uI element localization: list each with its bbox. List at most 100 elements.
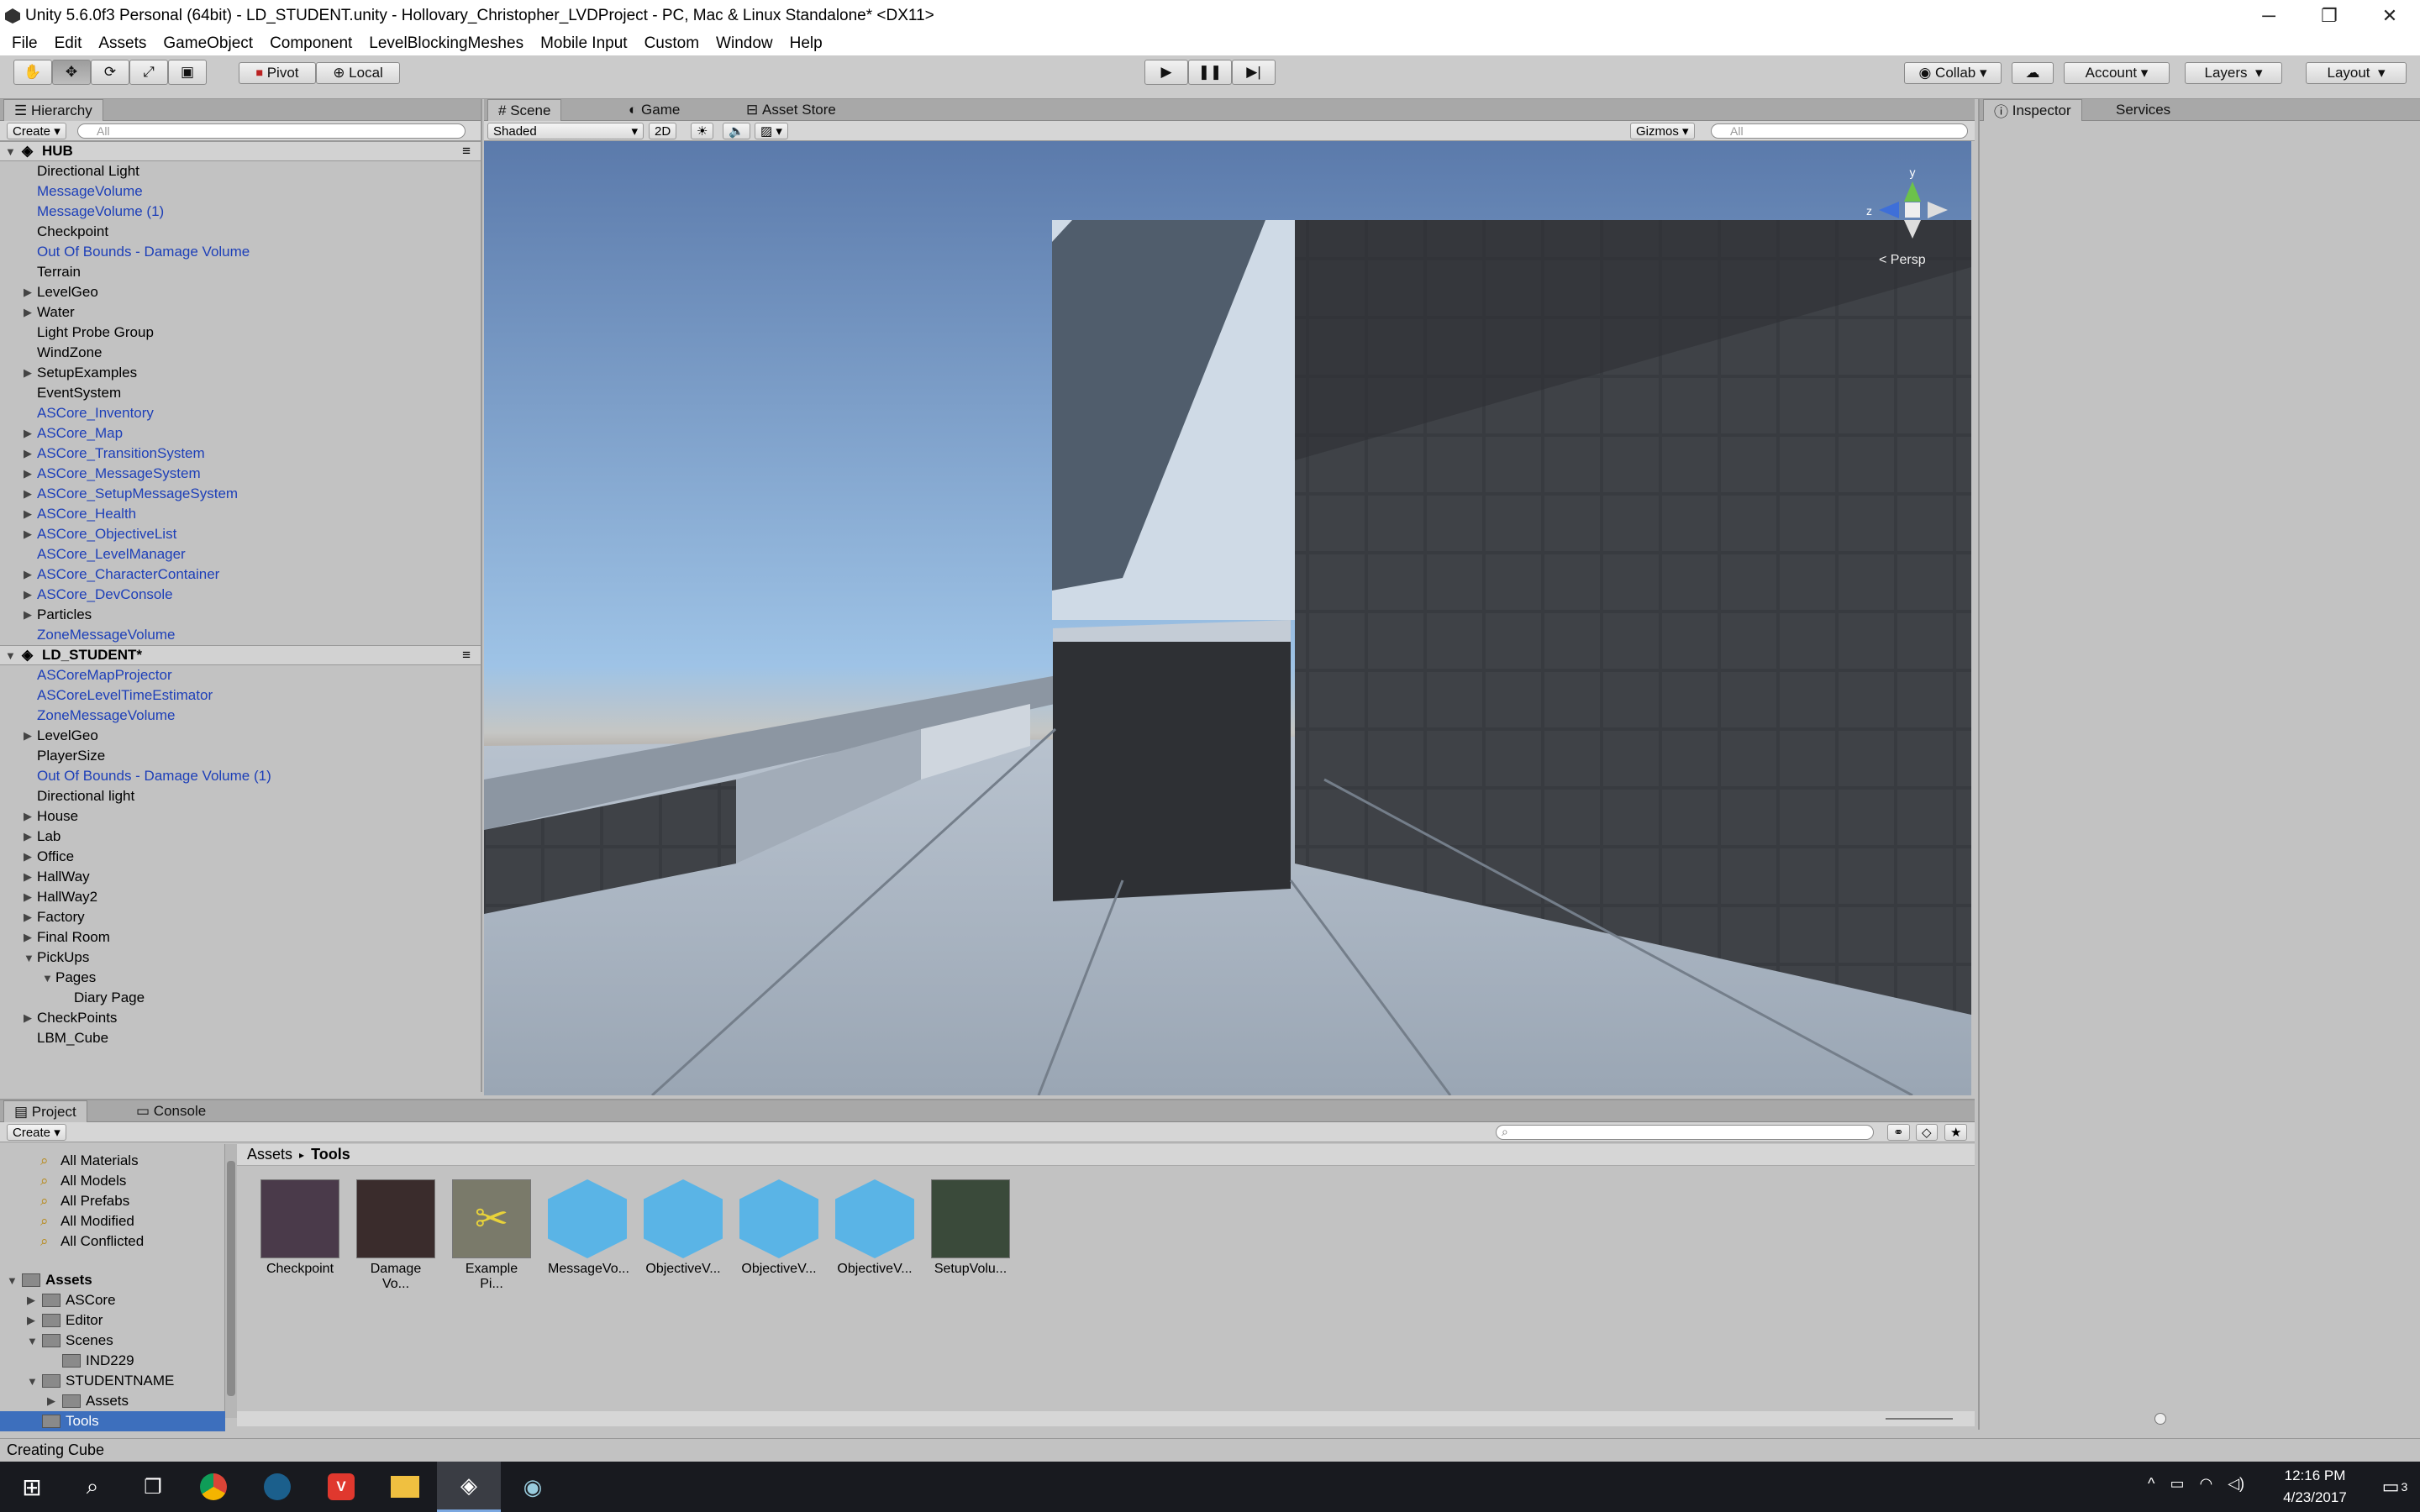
tree-scrollbar[interactable] [225, 1144, 237, 1418]
scene-search-input[interactable]: All [1711, 123, 1968, 139]
hierarchy-item[interactable]: Light Probe Group [0, 323, 481, 343]
hierarchy-item[interactable]: ▶ House [0, 806, 481, 827]
lighting-toggle[interactable]: ☀ [691, 123, 714, 139]
scene-menu-icon[interactable]: ≡ [462, 143, 471, 160]
breadcrumb-tools[interactable]: Tools [311, 1146, 350, 1163]
asset-tile[interactable]: SetupVolu... [931, 1179, 1010, 1277]
expand-right-icon[interactable]: ▶ [24, 306, 32, 319]
hierarchy-item[interactable]: ▶ Water [0, 302, 481, 323]
menu-gameobject[interactable]: GameObject [163, 34, 253, 53]
taskbar-steam[interactable] [245, 1462, 309, 1512]
maximize-button[interactable]: ❐ [2302, 0, 2357, 32]
hierarchy-item[interactable]: ASCore_LevelManager [0, 544, 481, 564]
project-folder-item[interactable]: ▶ Editor [0, 1310, 225, 1331]
asset-tile[interactable]: ObjectiveV... [835, 1179, 914, 1277]
asset-tile[interactable]: ObjectiveV... [644, 1179, 723, 1277]
pivot-toggle[interactable]: ⏹ Pivot [239, 62, 316, 84]
menu-window[interactable]: Window [716, 34, 773, 53]
expand-down-icon[interactable]: ▼ [42, 972, 53, 984]
hierarchy-item[interactable]: ASCoreLevelTimeEstimator [0, 685, 481, 706]
favorite-item[interactable]: ⌕ All Materials [0, 1151, 225, 1171]
tab-hierarchy[interactable]: ☰ Hierarchy [3, 99, 103, 121]
rotate-tool-button[interactable]: ⟳ [91, 60, 129, 85]
hierarchy-item[interactable]: ▶ ASCore_ObjectiveList [0, 524, 481, 544]
asset-tile[interactable]: ObjectiveV... [739, 1179, 818, 1277]
expand-right-icon[interactable]: ▶ [24, 890, 32, 904]
gizmos-dropdown[interactable]: Gizmos ▾ [1630, 123, 1695, 139]
hierarchy-item[interactable]: Directional Light [0, 161, 481, 181]
project-folder-item[interactable]: ▶ ASCore [0, 1290, 225, 1310]
effects-dropdown[interactable]: ▨ ▾ [755, 123, 788, 139]
pause-button[interactable]: ❚❚ [1188, 60, 1232, 85]
hierarchy-item[interactable]: ▶ ASCore_MessageSystem [0, 464, 481, 484]
filter-type-button[interactable]: ⚭ [1887, 1124, 1910, 1141]
tab-asset-store[interactable]: ⊟ Asset Store [736, 99, 846, 121]
hierarchy-item[interactable]: ▶ HallWay [0, 867, 481, 887]
asset-tile[interactable]: Damage Vo... [356, 1179, 435, 1292]
taskbar-unity[interactable]: ◈ [437, 1462, 501, 1512]
slider-thumb[interactable] [2154, 1413, 2166, 1425]
hierarchy-item[interactable]: Directional light [0, 786, 481, 806]
close-button[interactable]: ✕ [2362, 0, 2417, 32]
expand-down-icon[interactable]: ▼ [27, 1335, 38, 1347]
expand-right-icon[interactable]: ▶ [24, 366, 32, 380]
account-dropdown[interactable]: Account ▾ [2064, 62, 2170, 84]
expand-down-icon[interactable]: ▼ [5, 145, 16, 158]
tab-console[interactable]: ▭ Console [126, 1100, 216, 1122]
asset-tile[interactable]: ✂ Example Pi... [452, 1179, 531, 1292]
scale-tool-button[interactable]: ⤢ [129, 60, 168, 85]
collab-dropdown[interactable]: ◉ Collab ▾ [1904, 62, 2002, 84]
hand-tool-button[interactable]: ✋ [13, 60, 52, 85]
tab-game[interactable]: ◐ Game [618, 99, 690, 121]
menu-custom[interactable]: Custom [644, 34, 699, 53]
expand-right-icon[interactable]: ▶ [24, 588, 32, 601]
menu-mobile-input[interactable]: Mobile Input [540, 34, 628, 53]
hierarchy-item[interactable]: ASCore_Inventory [0, 403, 481, 423]
expand-right-icon[interactable]: ▶ [47, 1394, 55, 1408]
scene-header[interactable]: ▼ ◈ ≡ HUB [0, 141, 481, 161]
favorite-item[interactable]: ⌕ All Models [0, 1171, 225, 1191]
hierarchy-item[interactable]: ▶ Lab [0, 827, 481, 847]
step-button[interactable]: ▶| [1232, 60, 1276, 85]
scene-viewport[interactable]: y z < Persp [484, 141, 1971, 1095]
hierarchy-item[interactable]: MessageVolume [0, 181, 481, 202]
hierarchy-item[interactable]: ▶ Office [0, 847, 481, 867]
hierarchy-item[interactable]: EventSystem [0, 383, 481, 403]
project-folder-item[interactable]: Tools [0, 1411, 225, 1431]
expand-down-icon[interactable]: ▼ [7, 1274, 18, 1287]
lbm-cube[interactable] [1053, 642, 1291, 901]
expand-right-icon[interactable]: ▶ [24, 1011, 32, 1025]
taskbar-chrome[interactable] [182, 1462, 245, 1512]
hierarchy-item[interactable]: ▼ PickUps [0, 948, 481, 968]
play-button[interactable]: ▶ [1144, 60, 1188, 85]
shading-dropdown[interactable]: Shaded ▾ [487, 123, 644, 139]
menu-levelblockingmeshes[interactable]: LevelBlockingMeshes [369, 34, 523, 53]
search-button[interactable]: ⌕ [60, 1462, 124, 1512]
hierarchy-item[interactable]: ▶ SetupExamples [0, 363, 481, 383]
hierarchy-item[interactable]: ▶ LevelGeo [0, 282, 481, 302]
menu-edit[interactable]: Edit [55, 34, 82, 53]
expand-right-icon[interactable]: ▶ [24, 911, 32, 924]
favorite-item[interactable]: ⌕ All Modified [0, 1211, 225, 1231]
taskbar-explorer[interactable] [373, 1462, 437, 1512]
hierarchy-item[interactable]: ▶ LevelGeo [0, 726, 481, 746]
expand-right-icon[interactable]: ▶ [24, 568, 32, 581]
expand-right-icon[interactable]: ▶ [27, 1294, 35, 1307]
hierarchy-item[interactable]: ▶ ASCore_Health [0, 504, 481, 524]
expand-right-icon[interactable]: ▶ [27, 1314, 35, 1327]
hierarchy-item[interactable]: ▶ ASCore_CharacterContainer [0, 564, 481, 585]
taskbar-vivaldi[interactable]: V [309, 1462, 373, 1512]
expand-right-icon[interactable]: ▶ [24, 729, 32, 743]
hierarchy-item[interactable]: MessageVolume (1) [0, 202, 481, 222]
hierarchy-item[interactable]: Out Of Bounds - Damage Volume [0, 242, 481, 262]
hierarchy-item[interactable]: ASCoreMapProjector [0, 665, 481, 685]
audio-toggle[interactable]: 🔈 [723, 123, 750, 139]
expand-down-icon[interactable]: ▼ [5, 649, 16, 662]
hierarchy-item[interactable]: ▶ HallWay2 [0, 887, 481, 907]
project-folder-item[interactable]: IND229 [0, 1351, 225, 1371]
hierarchy-item[interactable]: Diary Page [0, 988, 481, 1008]
expand-right-icon[interactable]: ▶ [24, 467, 32, 480]
project-search-input[interactable]: ⌕ [1496, 1125, 1874, 1140]
hierarchy-item[interactable]: Terrain [0, 262, 481, 282]
persp-label[interactable]: < Persp [1879, 253, 1926, 267]
